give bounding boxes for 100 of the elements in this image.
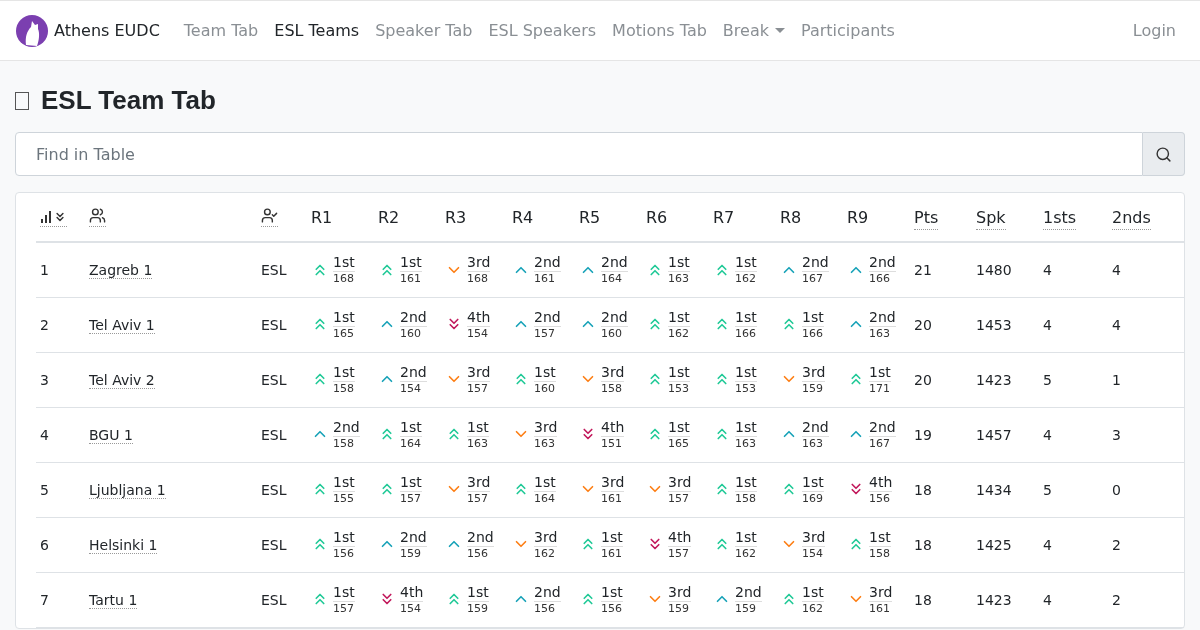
column-header[interactable]: R2	[378, 207, 400, 227]
column-header[interactable]: R7	[713, 207, 735, 227]
nav-link[interactable]: ESL Teams	[266, 13, 368, 48]
result-score: 163	[534, 436, 556, 450]
result-score: 158	[333, 436, 355, 450]
rank-sort-header[interactable]	[40, 209, 67, 227]
result-score: 156	[601, 601, 623, 615]
result-score: 166	[802, 326, 824, 340]
stat-value: 18	[914, 591, 932, 608]
result-place: 2nd	[735, 584, 762, 602]
result-score: 168	[333, 272, 355, 286]
column-header[interactable]: R3	[445, 207, 467, 227]
result-place: 1st	[333, 529, 355, 547]
column-header[interactable]: Spk	[976, 207, 1006, 230]
team-name[interactable]: Zagreb 1	[89, 261, 153, 279]
result-score: 162	[802, 601, 824, 615]
result-score: 167	[802, 272, 824, 286]
stat-value: 1425	[976, 536, 1012, 553]
square-icon	[15, 91, 29, 110]
result-score: 153	[668, 381, 690, 395]
result-score: 157	[668, 546, 690, 560]
result-place: 2nd	[534, 584, 561, 602]
result-place: 2nd	[534, 254, 561, 273]
rank: 6	[40, 536, 49, 553]
team-name[interactable]: Tel Aviv 1	[89, 316, 155, 334]
result-place: 1st	[668, 419, 690, 437]
category: ESL	[261, 426, 287, 443]
result-score: 158	[869, 546, 891, 560]
stat-value: 1	[1112, 371, 1121, 388]
team-name[interactable]: Tartu 1	[89, 591, 138, 609]
bar-chart-icon	[40, 210, 52, 223]
stat-value: 20	[914, 371, 932, 388]
result-score: 169	[802, 491, 824, 505]
result-place: 3rd	[668, 474, 692, 492]
result-score: 164	[400, 436, 422, 450]
result-score: 156	[869, 491, 891, 505]
result-place: 1st	[467, 419, 489, 437]
column-header[interactable]: R6	[646, 207, 668, 227]
result-score: 165	[333, 326, 355, 340]
result-place: 2nd	[869, 309, 896, 327]
team-name[interactable]: Helsinki 1	[89, 536, 158, 554]
result-place: 1st	[869, 529, 891, 547]
result-score: 157	[333, 601, 355, 615]
stat-value: 20	[914, 316, 932, 333]
column-header[interactable]: R4	[512, 207, 534, 227]
result-place: 2nd	[333, 419, 360, 437]
team-name[interactable]: Ljubljana 1	[89, 481, 166, 499]
result-score: 158	[601, 381, 623, 395]
brand-link[interactable]: Athens EUDC	[16, 14, 160, 47]
column-header[interactable]: R8	[780, 207, 802, 227]
result-place: 1st	[601, 529, 623, 547]
result-score: 155	[333, 491, 355, 505]
search-button[interactable]	[1143, 132, 1185, 176]
rank: 5	[40, 481, 49, 498]
search-field[interactable]: Find in Table	[15, 132, 1143, 176]
result-place: 2nd	[802, 254, 829, 273]
stat-value: 1423	[976, 591, 1012, 608]
result-place: 3rd	[802, 364, 826, 382]
result-place: 1st	[333, 584, 355, 602]
result-place: 3rd	[601, 364, 625, 382]
result-score: 156	[333, 546, 355, 560]
result-place: 3rd	[668, 584, 692, 602]
result-score: 164	[534, 491, 556, 505]
result-score: 158	[333, 381, 355, 395]
result-score: 157	[534, 326, 556, 340]
result-place: 4th	[668, 529, 692, 547]
result-score: 163	[467, 436, 489, 450]
result-score: 159	[467, 601, 489, 615]
team-header[interactable]	[89, 206, 106, 227]
stat-value: 2	[1112, 536, 1121, 553]
user-check-icon	[261, 206, 278, 224]
result-score: 164	[601, 272, 623, 286]
result-place: 4th	[869, 474, 893, 492]
result-score: 159	[668, 601, 690, 615]
stat-value: 4	[1043, 316, 1052, 333]
category-header[interactable]	[261, 206, 278, 227]
result-score: 163	[668, 272, 690, 286]
result-score: 162	[668, 326, 690, 340]
stat-value: 1480	[976, 261, 1012, 278]
result-score: 156	[467, 546, 489, 560]
result-place: 3rd	[534, 529, 558, 547]
result-place: 1st	[400, 254, 422, 273]
column-header[interactable]: R1	[311, 207, 333, 227]
column-header[interactable]: R5	[579, 207, 601, 227]
result-score: 161	[400, 272, 422, 286]
column-header[interactable]: R9	[847, 207, 869, 227]
stat-value: 18	[914, 481, 932, 498]
column-header[interactable]: Pts	[914, 207, 939, 230]
team-name[interactable]: BGU 1	[89, 426, 133, 444]
column-header[interactable]: 2nds	[1112, 207, 1151, 230]
column-header[interactable]: 1sts	[1043, 207, 1077, 230]
team-name[interactable]: Tel Aviv 2	[89, 371, 155, 389]
result-place: 1st	[735, 529, 757, 547]
result-place: 3rd	[802, 529, 826, 547]
result-place: 2nd	[601, 309, 628, 327]
category: ESL	[261, 261, 287, 278]
result-place: 2nd	[534, 309, 561, 327]
result-score: 154	[802, 546, 824, 560]
result-score: 160	[601, 326, 623, 340]
stat-value: 4	[1043, 426, 1052, 443]
